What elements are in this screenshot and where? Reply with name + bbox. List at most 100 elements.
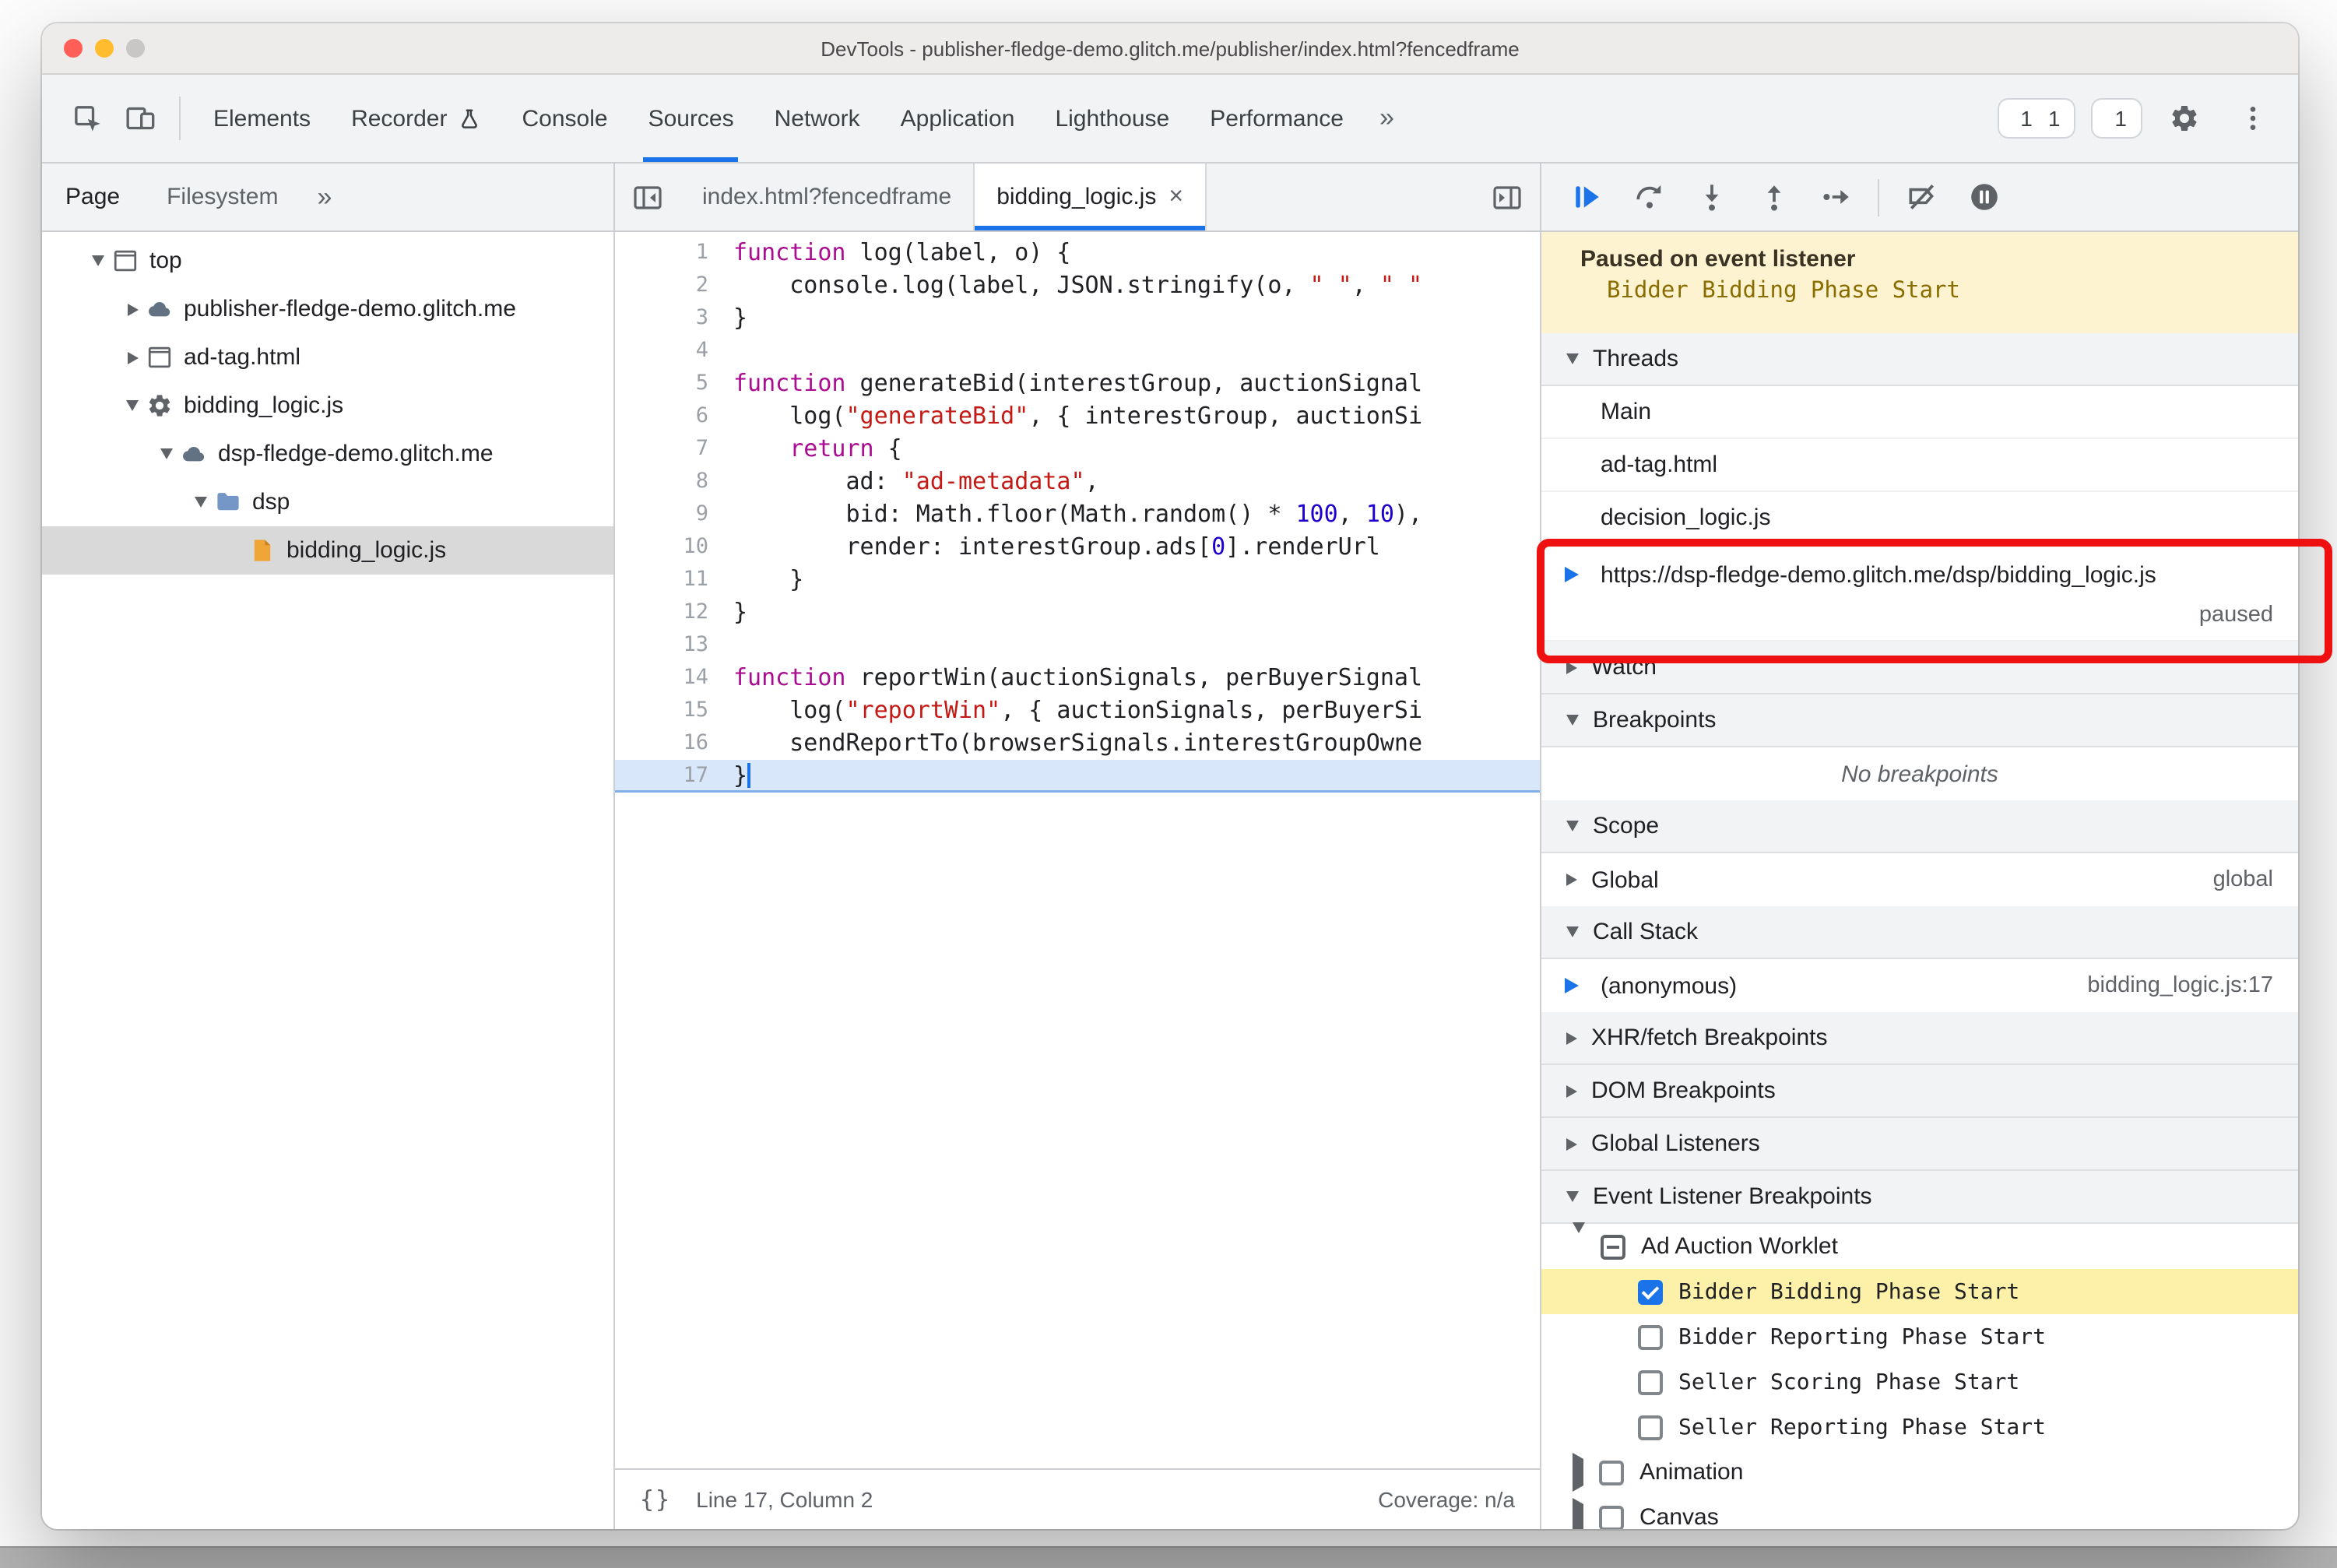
expanded-triangle-icon[interactable] xyxy=(154,448,179,459)
line-number[interactable]: 13 xyxy=(615,629,733,662)
threads-section-header[interactable]: Threads xyxy=(1541,333,2298,386)
watch-section-header[interactable]: Watch xyxy=(1541,642,2298,694)
line-number[interactable]: 14 xyxy=(615,662,733,694)
event-listener-breakpoints-section-header[interactable]: Event Listener Breakpoints xyxy=(1541,1171,2298,1224)
elb-item-seller-reporting-phase-start[interactable]: Seller Reporting Phase Start xyxy=(1541,1405,2298,1450)
tab-application[interactable]: Application xyxy=(880,75,1035,162)
line-number[interactable]: 17 xyxy=(615,760,733,793)
thread-row-ad-tag-html[interactable]: ad-tag.html xyxy=(1541,439,2298,492)
expanded-triangle-icon[interactable] xyxy=(188,497,213,508)
close-tab-icon[interactable]: × xyxy=(1168,184,1183,209)
checkbox-unchecked[interactable] xyxy=(1599,1505,1624,1529)
tree-item-ad-tag-html[interactable]: ad-tag.html xyxy=(42,333,613,381)
call-stack-frame-row[interactable]: (anonymous) bidding_logic.js:17 xyxy=(1541,959,2298,1012)
issues-pill[interactable]: 1 xyxy=(2091,98,2142,139)
checkbox-unchecked[interactable] xyxy=(1638,1324,1663,1349)
more-panels-button[interactable]: » xyxy=(1364,103,1410,134)
kebab-menu-icon[interactable] xyxy=(2226,92,2279,145)
checkbox-checked[interactable] xyxy=(1638,1279,1663,1304)
resume-icon[interactable] xyxy=(1566,177,1607,217)
line-number[interactable]: 1 xyxy=(615,237,733,269)
tab-performance[interactable]: Performance xyxy=(1190,75,1364,162)
call-stack-section-header[interactable]: Call Stack xyxy=(1541,906,2298,959)
code-text[interactable]: } xyxy=(733,596,1540,629)
tab-recorder[interactable]: Recorder xyxy=(331,75,501,162)
more-navigator-tabs-button[interactable]: » xyxy=(301,181,347,213)
thread-row-main[interactable]: Main xyxy=(1541,386,2298,439)
minimize-window-button[interactable] xyxy=(95,39,114,58)
breakpoints-section-header[interactable]: Breakpoints xyxy=(1541,694,2298,747)
collapsed-triangle-icon[interactable] xyxy=(120,303,145,315)
checkbox-indeterminate[interactable] xyxy=(1601,1234,1625,1259)
xhr-breakpoints-section-header[interactable]: XHR/fetch Breakpoints xyxy=(1541,1012,2298,1065)
step-icon[interactable] xyxy=(1815,177,1856,217)
checkbox-unchecked[interactable] xyxy=(1638,1369,1663,1394)
tab-network[interactable]: Network xyxy=(754,75,880,162)
checkbox-unchecked[interactable] xyxy=(1599,1460,1624,1485)
pretty-print-button[interactable]: {} xyxy=(640,1485,671,1514)
close-window-button[interactable] xyxy=(64,39,83,58)
global-listeners-section-header[interactable]: Global Listeners xyxy=(1541,1118,2298,1171)
line-number[interactable]: 9 xyxy=(615,498,733,531)
line-number[interactable]: 12 xyxy=(615,596,733,629)
code-text[interactable]: } xyxy=(733,760,1540,793)
line-number[interactable]: 10 xyxy=(615,531,733,564)
code-editor[interactable]: 1 function log(label, o) {2 console.log(l… xyxy=(615,232,1540,1468)
code-text[interactable]: bid: Math.floor(Math.random() * 100, 10)… xyxy=(733,498,1540,531)
code-text[interactable]: console.log(label, JSON.stringify(o, " "… xyxy=(733,269,1540,302)
settings-gear-icon[interactable] xyxy=(2158,92,2211,145)
expanded-triangle-icon[interactable] xyxy=(86,255,111,266)
tab-console[interactable]: Console xyxy=(501,75,627,162)
scope-global-row[interactable]: Global global xyxy=(1541,853,2298,906)
line-number[interactable]: 5 xyxy=(615,367,733,400)
tree-item-bidding-logic-js[interactable]: bidding_logic.js xyxy=(42,526,613,575)
navigator-tab-filesystem[interactable]: Filesystem xyxy=(143,163,301,230)
code-text[interactable]: log("generateBid", { interestGroup, auct… xyxy=(733,400,1540,433)
code-text[interactable]: function generateBid(interestGroup, auct… xyxy=(733,367,1540,400)
line-number[interactable]: 11 xyxy=(615,564,733,596)
step-over-icon[interactable] xyxy=(1629,177,1669,217)
line-number[interactable]: 6 xyxy=(615,400,733,433)
next-editor-icon[interactable] xyxy=(1474,163,1540,230)
code-text[interactable]: } xyxy=(733,564,1540,596)
deactivate-breakpoints-icon[interactable] xyxy=(1901,177,1942,217)
code-text[interactable]: } xyxy=(733,302,1540,335)
code-text[interactable]: function reportWin(auctionSignals, perBu… xyxy=(733,662,1540,694)
line-number[interactable]: 8 xyxy=(615,466,733,498)
elb-category-animation[interactable]: Animation xyxy=(1541,1450,2298,1495)
dom-breakpoints-section-header[interactable]: DOM Breakpoints xyxy=(1541,1065,2298,1118)
tab-lighthouse[interactable]: Lighthouse xyxy=(1035,75,1190,162)
thread-row-decision-logic-js[interactable]: decision_logic.js xyxy=(1541,492,2298,545)
code-text[interactable] xyxy=(733,335,1540,367)
step-out-icon[interactable] xyxy=(1753,177,1794,217)
tree-item-bidding-logic-js[interactable]: bidding_logic.js xyxy=(42,381,613,430)
errors-warnings-pill[interactable]: 1 1 xyxy=(1997,98,2076,139)
navigator-tab-page[interactable]: Page xyxy=(42,163,143,230)
device-toolbar-icon[interactable] xyxy=(114,92,167,145)
line-number[interactable]: 15 xyxy=(615,694,733,727)
editor-tab-index-html-fencedframe[interactable]: index.html?fencedframe xyxy=(680,163,975,230)
collapsed-triangle-icon[interactable] xyxy=(1573,1453,1583,1492)
tree-item-dsp[interactable]: dsp xyxy=(42,478,613,526)
line-number[interactable]: 4 xyxy=(615,335,733,367)
elb-item-seller-scoring-phase-start[interactable]: Seller Scoring Phase Start xyxy=(1541,1359,2298,1405)
code-text[interactable]: return { xyxy=(733,433,1540,466)
code-text[interactable]: function log(label, o) { xyxy=(733,237,1540,269)
step-into-icon[interactable] xyxy=(1691,177,1731,217)
scope-section-header[interactable]: Scope xyxy=(1541,800,2298,853)
line-number[interactable]: 2 xyxy=(615,269,733,302)
tab-elements[interactable]: Elements xyxy=(193,75,331,162)
expanded-triangle-icon[interactable] xyxy=(120,400,145,411)
zoom-window-button[interactable] xyxy=(126,39,145,58)
line-number[interactable]: 3 xyxy=(615,302,733,335)
code-text[interactable]: log("reportWin", { auctionSignals, perBu… xyxy=(733,694,1540,727)
code-text[interactable] xyxy=(733,629,1540,662)
tab-sources[interactable]: Sources xyxy=(628,75,754,162)
line-number[interactable]: 16 xyxy=(615,727,733,760)
collapsed-triangle-icon[interactable] xyxy=(120,351,145,364)
editor-tab-bidding-logic-js[interactable]: bidding_logic.js × xyxy=(975,163,1207,230)
tree-item-publisher-fledge-demo-glitch-me[interactable]: publisher-fledge-demo.glitch.me xyxy=(42,285,613,333)
elb-category-ad-auction-worklet[interactable]: Ad Auction Worklet xyxy=(1541,1222,2298,1269)
toggle-navigator-icon[interactable] xyxy=(615,163,680,230)
checkbox-unchecked[interactable] xyxy=(1638,1415,1663,1440)
